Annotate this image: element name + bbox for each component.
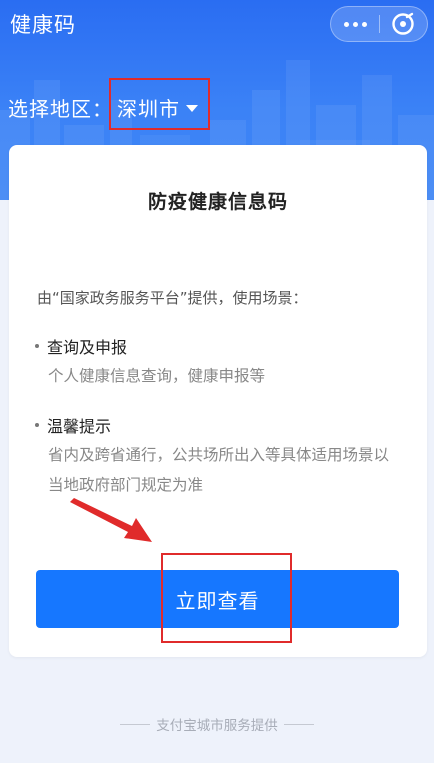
section-desc-tips: 省内及跨省通行，公共场所出入等具体适用场景以当地政府部门规定为准 <box>48 446 390 494</box>
pointer-arrow-icon <box>70 498 152 542</box>
section-heading-query: 查询及申报 <box>35 334 127 358</box>
card-title: 防疫健康信息码 <box>147 191 288 213</box>
footer-divider-right <box>283 723 314 725</box>
footer-divider-left <box>120 723 151 725</box>
section-heading-label: 查询及申报 <box>47 338 128 357</box>
section-desc-query: 个人健康信息查询，健康申报等 <box>48 367 266 385</box>
region-label: 选择地区： <box>8 96 113 121</box>
button-annotation-box <box>161 553 292 643</box>
close-button[interactable] <box>379 7 427 41</box>
intro-text: 由“国家政务服务平台”提供，使用场景： <box>37 289 308 307</box>
footer: 支付宝城市服务提供 <box>0 714 434 734</box>
footer-text: 支付宝城市服务提供 <box>156 718 278 734</box>
title-bar: 健康码 <box>0 0 434 48</box>
mini-program-capsule <box>330 6 428 42</box>
bullet-icon <box>35 344 39 348</box>
section-heading-tips: 温馨提示 <box>35 413 111 437</box>
bullet-icon <box>35 423 39 427</box>
close-circle-icon <box>392 12 414 35</box>
region-annotation-box <box>109 78 210 130</box>
app-title: 健康码 <box>10 13 76 37</box>
more-button[interactable] <box>331 7 379 41</box>
section-heading-label: 温馨提示 <box>47 417 112 436</box>
